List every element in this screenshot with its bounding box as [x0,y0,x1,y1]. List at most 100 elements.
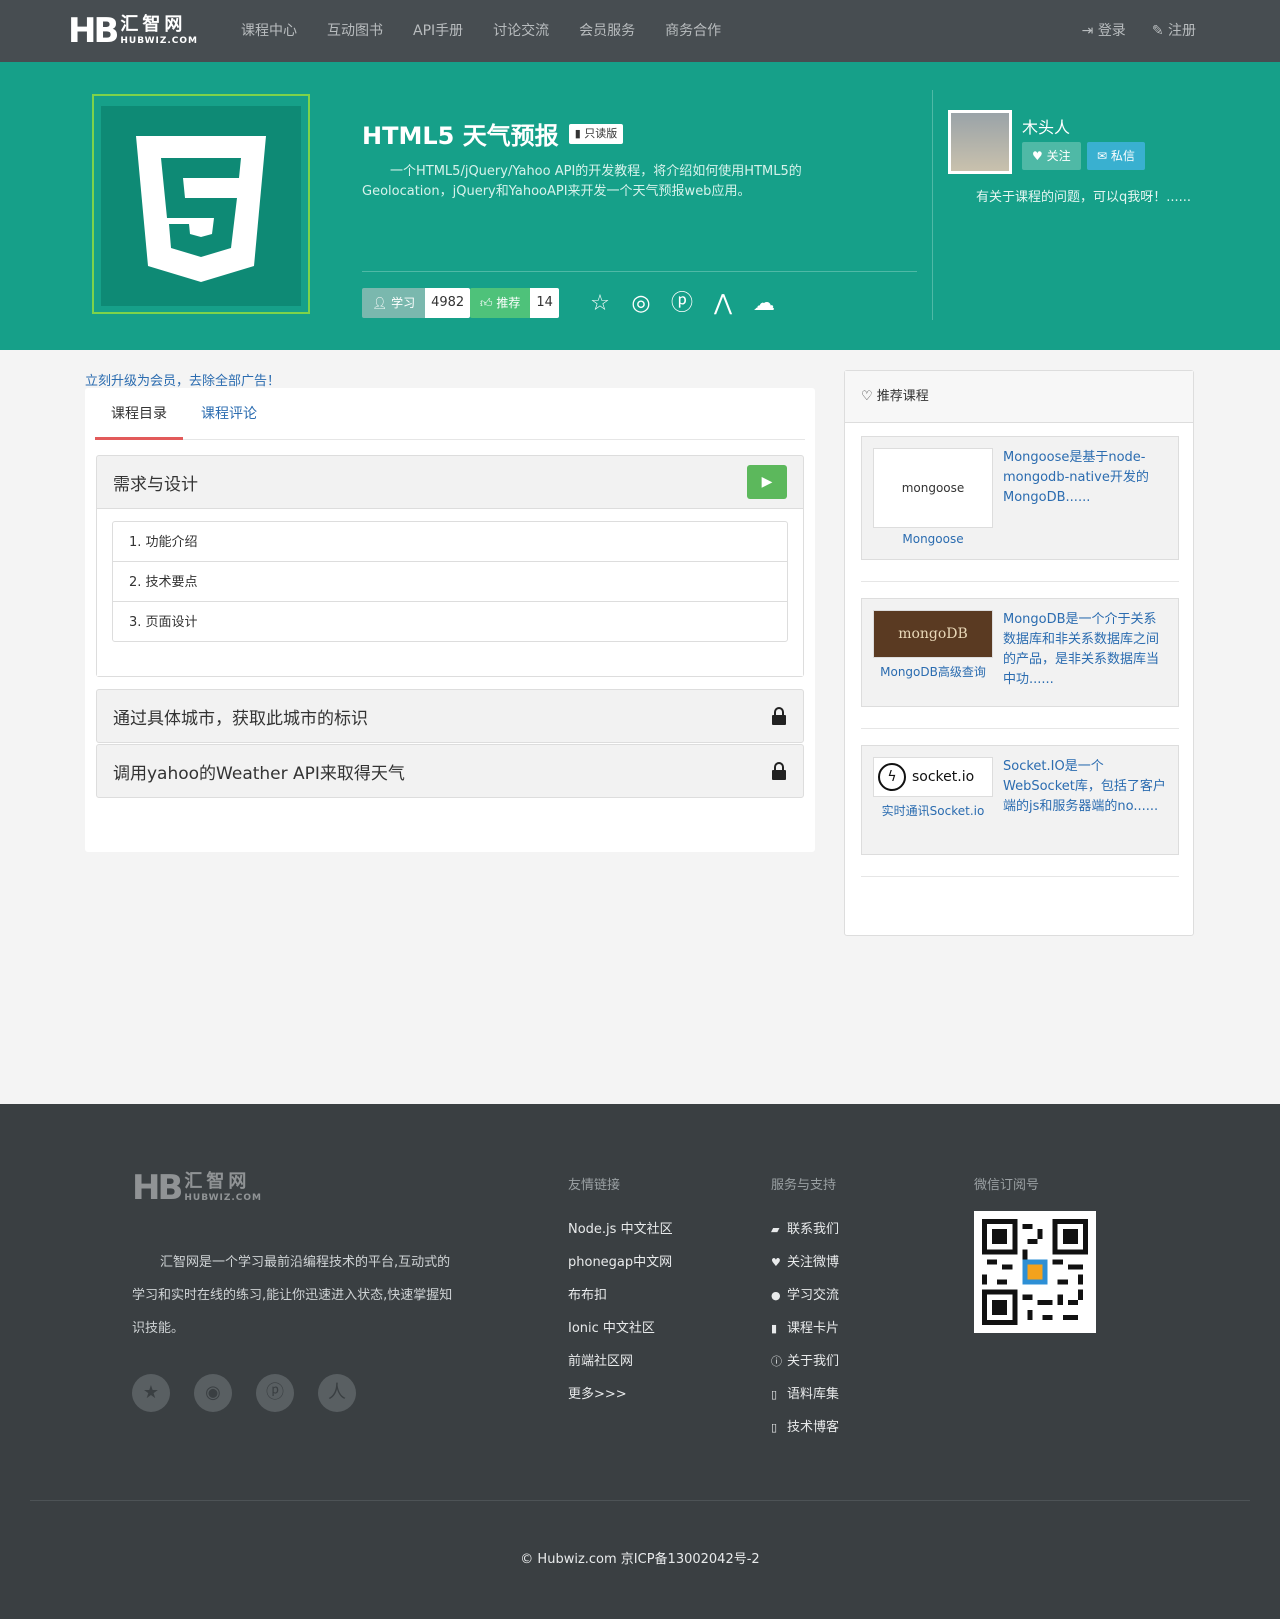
star-icon[interactable]: ☆ [584,288,616,320]
recommend-count: 14 [530,288,559,318]
pencil-icon: ✎ [1151,23,1168,39]
nav-link-api[interactable]: API手册 [398,0,478,62]
footer-about: 汇智网是一个学习最前沿编程技术的平台,互动式的学习和实时在线的练习,能让你迅速进… [132,1255,453,1336]
chapter-title: 通过具体城市，获取此城市的标识 [113,708,368,729]
renren-icon[interactable]: 人 [318,1374,356,1412]
footer-link[interactable]: ⓘ 关于我们 [771,1345,839,1378]
course-name[interactable]: Mongoose [873,532,993,546]
heart-outline-icon: ♡ [861,389,877,404]
recommended-course[interactable]: mongoDB MongoDB高级查询 MongoDB是一个介于关系数据库和非关… [861,598,1179,707]
tab-catalog[interactable]: 课程目录 [95,388,183,440]
course-thumbnail: mongoDB [873,610,993,658]
share-icons: ☆ ◎ ⓟ ⋀ ☁ [584,288,789,320]
logo-en: HUBWIZ.COM [120,36,199,46]
footer-link[interactable]: ♥ 关注微博 [771,1246,839,1279]
footer-link[interactable]: phonegap中文网 [568,1246,673,1279]
message-button[interactable]: ✉ 私信 [1087,142,1145,170]
info-icon: ⓘ [771,1355,782,1368]
nav-link-business[interactable]: 商务合作 [650,0,736,62]
footer-link[interactable]: Node.js 中文社区 [568,1213,673,1246]
wechat-icon[interactable]: ☁ [748,288,780,320]
login-icon: ⇥ [1081,23,1098,39]
lesson-item[interactable]: 3. 页面设计 [112,601,788,642]
lightning-icon: ϟ [878,763,906,791]
lesson-item[interactable]: 2. 技术要点 [112,561,788,602]
nav-link-books[interactable]: 互动图书 [312,0,398,62]
follow-button[interactable]: ♥ 关注 [1022,142,1081,170]
logo-cn: 汇智网 [120,14,187,35]
recommended-course[interactable]: ϟ socket.io 实时通讯Socket.io Socket.IO是一个We… [861,745,1179,855]
heart-icon: ♥ [771,1256,781,1269]
footer-link[interactable]: ▯ 技术博客 [771,1411,839,1444]
footer-link[interactable]: 布布扣 [568,1279,673,1312]
nav-link-courses[interactable]: 课程中心 [226,0,312,62]
course-name[interactable]: 实时通讯Socket.io [873,802,993,819]
footer-divider [30,1500,1250,1501]
renren-icon[interactable]: ⋀ [707,288,739,320]
lesson-list: 1. 功能介绍 2. 技术要点 3. 页面设计 [97,508,803,676]
chapter-2[interactable]: 通过具体城市，获取此城市的标识 [96,689,804,743]
tab-comments[interactable]: 课程评论 [201,388,257,440]
lesson-item[interactable]: 1. 功能介绍 [112,521,788,562]
course-title: HTML5 天气预报 ▮ 只读版 [362,116,624,151]
star-icon[interactable]: ★ [132,1374,170,1412]
chapter-3[interactable]: 调用yahoo的Weather API来取得天气 [96,744,804,798]
recommended-course[interactable]: mongoose Mongoose Mongoose是基于node-mongod… [861,436,1179,560]
course-thumbnail: mongoose [873,448,993,528]
site-logo[interactable]: HB 汇智网 HUBWIZ.COM [68,13,198,49]
recommend-stat[interactable]: 👍︎ 推荐 14 [470,288,559,318]
file-icon: ▯ [771,1388,778,1401]
weibo-icon[interactable]: ◉ [194,1374,232,1412]
course-name[interactable]: MongoDB高级查询 [873,663,993,680]
course-tabs: 课程目录 课程评论 [95,388,805,440]
footer-link[interactable]: 更多>>> [568,1378,673,1411]
learn-stat[interactable]: 👤︎ 学习 4982 [362,288,471,318]
course-hero: HTML5 天气预报 ▮ 只读版 一个HTML5/jQuery/Yahoo AP… [0,62,1280,350]
hero-vertical-divider [932,90,933,320]
upgrade-link[interactable]: 立刻升级为会员，去除全部广告！ [85,370,280,389]
weibo-icon[interactable]: ◎ [625,288,657,320]
author-avatar[interactable] [948,110,1012,174]
footer-link[interactable]: ▮ 课程卡片 [771,1312,839,1345]
course-summary[interactable]: Socket.IO是一个WebSocket库，包括了客户端的js和服务器端的no… [1003,757,1169,817]
login-link[interactable]: ⇥ 登录 [1056,0,1126,62]
footer-column-title: 友情链接 [568,1178,621,1193]
author-note: 有关于课程的问题，可以q我呀！...... [976,190,1192,205]
nav-link-forum[interactable]: 讨论交流 [478,0,564,62]
footer-column-title: 服务与支持 [771,1178,837,1193]
author-name[interactable]: 木头人 [1022,114,1070,138]
footer-link[interactable]: Ionic 中文社区 [568,1312,673,1345]
user-icon: 👤︎ [372,296,392,310]
chapter-title: 需求与设计 [113,474,198,495]
chapter-1: 需求与设计 ▶ 1. 功能介绍 2. 技术要点 3. 页面设计 [96,455,804,677]
heart-icon: ♥ [1032,149,1047,163]
qq-icon[interactable]: ⓟ [256,1374,294,1412]
readonly-badge: ▮ 只读版 [568,123,624,144]
nav-link-membership[interactable]: 会员服务 [564,0,650,62]
wechat-qr-code [974,1211,1096,1333]
lock-icon [771,762,787,780]
footer-link[interactable]: ▰ 联系我们 [771,1213,839,1246]
play-button[interactable]: ▶ [747,465,787,499]
register-link[interactable]: ✎ 注册 [1126,0,1196,62]
course-description: 一个HTML5/jQuery/Yahoo API的开发教程，将介绍如何使用HTM… [362,164,802,199]
learn-count: 4982 [425,288,471,318]
course-content-card: 课程目录 课程评论 需求与设计 ▶ 1. 功能介绍 2. 技术要点 3. 页面设… [85,388,815,852]
copyright: © Hubwiz.com 京ICP备13002042号-2 [520,1552,760,1567]
panel-title: ♡ 推荐课程 [845,371,1193,423]
course-summary[interactable]: Mongoose是基于node-mongodb-native开发的MongoDB… [1003,448,1169,508]
comment-icon: ▰ [771,1223,780,1236]
course-summary[interactable]: MongoDB是一个介于关系数据库和非关系数据库之间的产品，是非关系数据库当中功… [1003,610,1169,690]
book-icon: ▮ [574,126,585,140]
qq-icon[interactable]: ⓟ [666,288,698,320]
footer-column-title: 微信订阅号 [974,1178,1040,1193]
main-nav: 课程中心 互动图书 API手册 讨论交流 会员服务 商务合作 [226,0,736,62]
footer-link[interactable]: ● 学习交流 [771,1279,839,1312]
footer-link[interactable]: 前端社区网 [568,1345,673,1378]
footer-link[interactable]: ▯ 语料库集 [771,1378,839,1411]
book-icon: ▮ [771,1322,778,1335]
footer-social: ★ ◉ ⓟ 人 [132,1374,380,1412]
hero-divider [362,271,917,272]
top-navbar: HB 汇智网 HUBWIZ.COM 课程中心 互动图书 API手册 讨论交流 会… [0,0,1280,62]
file-icon: ▯ [771,1421,778,1434]
